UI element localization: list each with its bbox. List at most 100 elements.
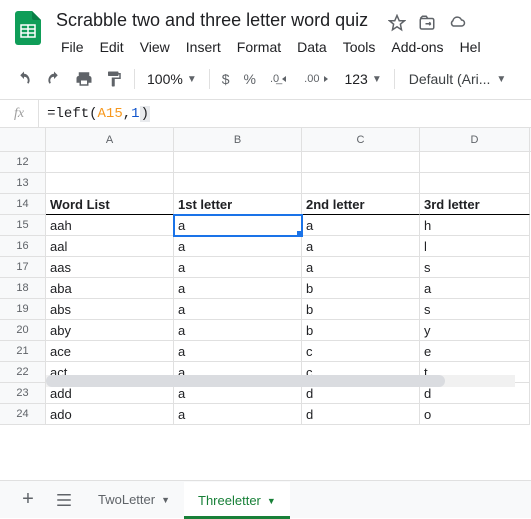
cell[interactable] bbox=[302, 152, 420, 173]
sheet-tab[interactable]: TwoLetter▼ bbox=[84, 482, 184, 518]
all-sheets-button[interactable] bbox=[48, 484, 80, 516]
cell[interactable]: aah bbox=[46, 215, 174, 236]
cell[interactable]: h bbox=[420, 215, 530, 236]
column-header[interactable]: B bbox=[174, 128, 302, 151]
chevron-down-icon[interactable]: ▼ bbox=[161, 495, 170, 505]
sheet-tab[interactable]: Threeletter▼ bbox=[184, 482, 290, 518]
number-format-select[interactable]: 123▼ bbox=[338, 71, 387, 87]
undo-button[interactable] bbox=[10, 65, 38, 93]
cell[interactable]: a bbox=[420, 278, 530, 299]
menu-edit[interactable]: Edit bbox=[93, 35, 131, 59]
cell[interactable] bbox=[302, 173, 420, 194]
cell[interactable]: 2nd letter bbox=[302, 194, 420, 215]
cell[interactable]: Word List bbox=[46, 194, 174, 215]
cell[interactable]: a bbox=[302, 215, 420, 236]
add-sheet-button[interactable]: + bbox=[12, 484, 44, 516]
menu-help[interactable]: Hel bbox=[453, 35, 488, 59]
menu-data[interactable]: Data bbox=[290, 35, 334, 59]
row-header[interactable]: 20 bbox=[0, 320, 46, 341]
cell[interactable]: a bbox=[174, 257, 302, 278]
menubar: File Edit View Insert Format Data Tools … bbox=[52, 35, 523, 59]
menu-format[interactable]: Format bbox=[230, 35, 288, 59]
cell[interactable]: l bbox=[420, 236, 530, 257]
row-header[interactable]: 13 bbox=[0, 173, 46, 194]
cell[interactable]: a bbox=[174, 320, 302, 341]
increase-decimal-button[interactable]: .00 bbox=[298, 65, 336, 93]
row-header[interactable]: 17 bbox=[0, 257, 46, 278]
cell[interactable] bbox=[420, 173, 530, 194]
cell[interactable] bbox=[174, 152, 302, 173]
cell[interactable]: y bbox=[420, 320, 530, 341]
cell[interactable]: a bbox=[174, 341, 302, 362]
cell[interactable]: e bbox=[420, 341, 530, 362]
cell[interactable]: b bbox=[302, 320, 420, 341]
row-header[interactable]: 23 bbox=[0, 383, 46, 404]
row-header[interactable]: 22 bbox=[0, 362, 46, 383]
cell[interactable]: 3rd letter bbox=[420, 194, 530, 215]
cell[interactable]: aby bbox=[46, 320, 174, 341]
doc-title[interactable]: Scrabble two and three letter word quiz bbox=[52, 8, 372, 33]
cell[interactable]: b bbox=[302, 299, 420, 320]
cell[interactable]: aal bbox=[46, 236, 174, 257]
column-header[interactable]: A bbox=[46, 128, 174, 151]
row-header[interactable]: 24 bbox=[0, 404, 46, 425]
font-select[interactable]: Default (Ari...▼ bbox=[401, 71, 515, 87]
cell[interactable]: aba bbox=[46, 278, 174, 299]
currency-button[interactable]: $ bbox=[216, 65, 236, 93]
cell[interactable]: d bbox=[302, 404, 420, 425]
decrease-decimal-button[interactable]: .0̲ bbox=[264, 65, 296, 93]
move-icon[interactable] bbox=[418, 14, 436, 32]
cell[interactable]: a bbox=[174, 278, 302, 299]
cell[interactable]: o bbox=[420, 404, 530, 425]
cell[interactable]: b bbox=[302, 278, 420, 299]
sheets-logo[interactable] bbox=[8, 8, 48, 48]
menu-file[interactable]: File bbox=[54, 35, 91, 59]
chevron-down-icon[interactable]: ▼ bbox=[267, 496, 276, 506]
menu-view[interactable]: View bbox=[133, 35, 177, 59]
cell[interactable] bbox=[46, 152, 174, 173]
column-headers: A B C D bbox=[0, 128, 531, 152]
menu-addons[interactable]: Add-ons bbox=[384, 35, 450, 59]
star-icon[interactable] bbox=[388, 14, 406, 32]
cell[interactable]: a bbox=[174, 236, 302, 257]
row-header[interactable]: 21 bbox=[0, 341, 46, 362]
row-header[interactable]: 15 bbox=[0, 215, 46, 236]
cell[interactable]: a bbox=[174, 299, 302, 320]
cell[interactable]: s bbox=[420, 299, 530, 320]
table-row: 17aasaas bbox=[0, 257, 531, 278]
cell[interactable]: a bbox=[174, 215, 302, 236]
cell[interactable] bbox=[46, 173, 174, 194]
cloud-icon[interactable] bbox=[448, 14, 466, 32]
cell[interactable]: abs bbox=[46, 299, 174, 320]
table-row: 24adoado bbox=[0, 404, 531, 425]
cell[interactable]: ado bbox=[46, 404, 174, 425]
cell[interactable]: ace bbox=[46, 341, 174, 362]
column-header[interactable]: C bbox=[302, 128, 420, 151]
menu-insert[interactable]: Insert bbox=[179, 35, 228, 59]
cell[interactable]: c bbox=[302, 341, 420, 362]
scrollbar-thumb[interactable] bbox=[46, 375, 445, 387]
cell[interactable]: a bbox=[174, 404, 302, 425]
row-header[interactable]: 18 bbox=[0, 278, 46, 299]
horizontal-scrollbar[interactable] bbox=[46, 375, 515, 387]
paint-format-button[interactable] bbox=[100, 65, 128, 93]
select-all-corner[interactable] bbox=[0, 128, 46, 151]
percent-button[interactable]: % bbox=[238, 65, 262, 93]
row-header[interactable]: 16 bbox=[0, 236, 46, 257]
cell[interactable]: aas bbox=[46, 257, 174, 278]
row-header[interactable]: 12 bbox=[0, 152, 46, 173]
cell[interactable]: a bbox=[302, 236, 420, 257]
cell[interactable]: a bbox=[302, 257, 420, 278]
cell[interactable] bbox=[420, 152, 530, 173]
column-header[interactable]: D bbox=[420, 128, 530, 151]
print-button[interactable] bbox=[70, 65, 98, 93]
formula-input[interactable]: =left(A15,1) bbox=[39, 106, 531, 122]
menu-tools[interactable]: Tools bbox=[336, 35, 383, 59]
cell[interactable]: 1st letter bbox=[174, 194, 302, 215]
cell[interactable]: s bbox=[420, 257, 530, 278]
row-header[interactable]: 19 bbox=[0, 299, 46, 320]
row-header[interactable]: 14 bbox=[0, 194, 46, 215]
redo-button[interactable] bbox=[40, 65, 68, 93]
zoom-select[interactable]: 100%▼ bbox=[141, 71, 203, 87]
cell[interactable] bbox=[174, 173, 302, 194]
